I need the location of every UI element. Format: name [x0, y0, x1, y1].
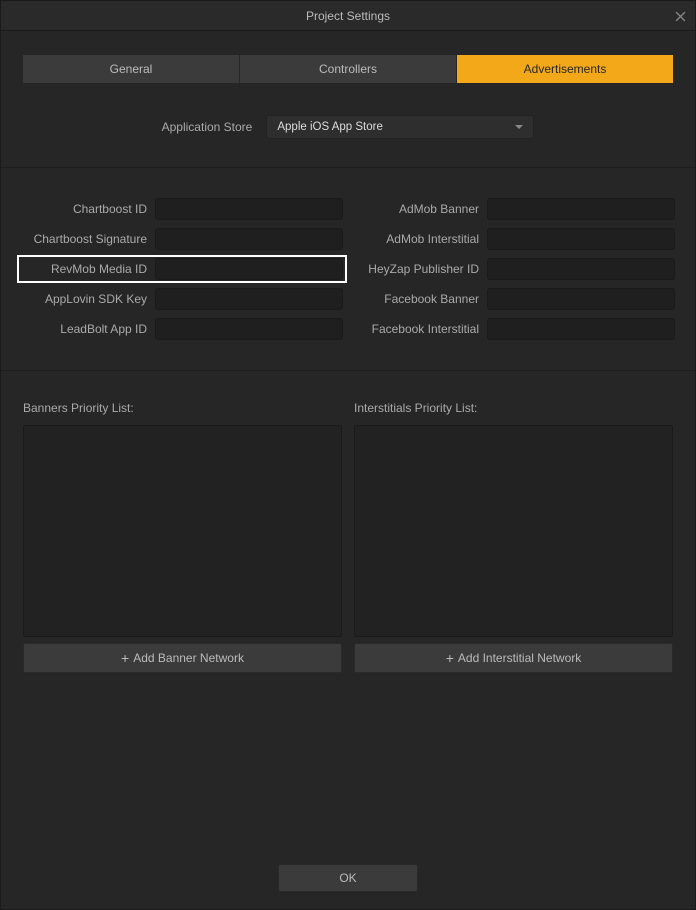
- plus-icon: +: [121, 651, 129, 665]
- ad-id-fields: Chartboost ID Chartboost Signature RevMo…: [1, 168, 695, 371]
- label-chartboost-id: Chartboost ID: [21, 202, 147, 216]
- input-admob-banner[interactable]: [487, 198, 675, 220]
- close-icon: [675, 11, 686, 22]
- ok-button[interactable]: OK: [278, 864, 418, 892]
- priority-lists: Banners Priority List: + Add Banner Netw…: [1, 371, 695, 673]
- application-store-select[interactable]: Apple iOS App Store: [266, 115, 534, 139]
- label-admob-banner: AdMob Banner: [353, 202, 479, 216]
- dialog-footer: OK: [0, 864, 696, 892]
- add-banner-network-button[interactable]: + Add Banner Network: [23, 643, 342, 673]
- application-store-label: Application Store: [162, 120, 253, 134]
- field-revmob-media-id: RevMob Media ID: [17, 255, 347, 283]
- fields-left-column: Chartboost ID Chartboost Signature RevMo…: [21, 198, 343, 340]
- input-facebook-interstitial[interactable]: [487, 318, 675, 340]
- tab-controllers[interactable]: Controllers: [240, 55, 457, 83]
- close-button[interactable]: [665, 1, 695, 31]
- tab-advertisements[interactable]: Advertisements: [457, 55, 673, 83]
- label-leadbolt-app-id: LeadBolt App ID: [21, 322, 147, 336]
- field-chartboost-signature: Chartboost Signature: [21, 228, 343, 250]
- field-facebook-interstitial: Facebook Interstitial: [353, 318, 675, 340]
- label-admob-interstitial: AdMob Interstitial: [353, 232, 479, 246]
- window-titlebar: Project Settings: [1, 1, 695, 31]
- input-facebook-banner[interactable]: [487, 288, 675, 310]
- field-admob-banner: AdMob Banner: [353, 198, 675, 220]
- label-facebook-banner: Facebook Banner: [353, 292, 479, 306]
- ok-button-label: OK: [339, 871, 356, 885]
- field-chartboost-id: Chartboost ID: [21, 198, 343, 220]
- interstitials-priority-list[interactable]: [354, 425, 673, 637]
- chevron-down-icon: [515, 125, 523, 129]
- plus-icon: +: [446, 651, 454, 665]
- add-interstitial-network-button[interactable]: + Add Interstitial Network: [354, 643, 673, 673]
- add-interstitial-network-label: Add Interstitial Network: [458, 651, 581, 665]
- input-revmob-media-id[interactable]: [155, 258, 343, 280]
- input-heyzap-publisher-id[interactable]: [487, 258, 675, 280]
- add-banner-network-label: Add Banner Network: [133, 651, 244, 665]
- banners-priority-label: Banners Priority List:: [23, 401, 342, 415]
- label-facebook-interstitial: Facebook Interstitial: [353, 322, 479, 336]
- tab-bar: General Controllers Advertisements: [1, 31, 695, 83]
- label-heyzap-publisher-id: HeyZap Publisher ID: [353, 262, 479, 276]
- input-applovin-sdk-key[interactable]: [155, 288, 343, 310]
- application-store-row: Application Store Apple iOS App Store: [1, 83, 695, 168]
- input-leadbolt-app-id[interactable]: [155, 318, 343, 340]
- label-chartboost-signature: Chartboost Signature: [21, 232, 147, 246]
- label-revmob-media-id: RevMob Media ID: [21, 262, 147, 276]
- banners-priority-list[interactable]: [23, 425, 342, 637]
- application-store-value: Apple iOS App Store: [277, 121, 382, 133]
- field-applovin-sdk-key: AppLovin SDK Key: [21, 288, 343, 310]
- interstitials-priority-label: Interstitials Priority List:: [354, 401, 673, 415]
- interstitials-priority-column: Interstitials Priority List: + Add Inter…: [354, 401, 673, 673]
- input-chartboost-id[interactable]: [155, 198, 343, 220]
- input-admob-interstitial[interactable]: [487, 228, 675, 250]
- banners-priority-column: Banners Priority List: + Add Banner Netw…: [23, 401, 342, 673]
- field-heyzap-publisher-id: HeyZap Publisher ID: [353, 258, 675, 280]
- fields-right-column: AdMob Banner AdMob Interstitial HeyZap P…: [353, 198, 675, 340]
- label-applovin-sdk-key: AppLovin SDK Key: [21, 292, 147, 306]
- field-leadbolt-app-id: LeadBolt App ID: [21, 318, 343, 340]
- input-chartboost-signature[interactable]: [155, 228, 343, 250]
- window-title: Project Settings: [1, 9, 695, 23]
- field-facebook-banner: Facebook Banner: [353, 288, 675, 310]
- field-admob-interstitial: AdMob Interstitial: [353, 228, 675, 250]
- tab-general[interactable]: General: [23, 55, 240, 83]
